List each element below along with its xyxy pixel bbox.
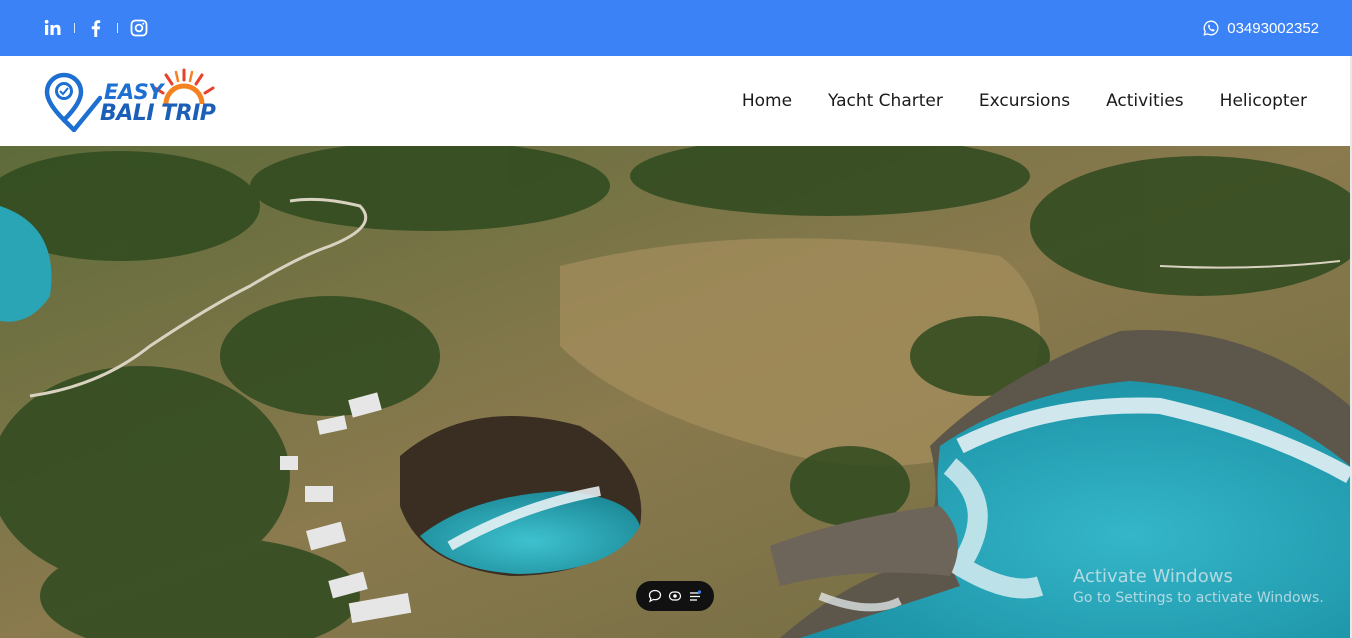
location-pin-icon xyxy=(44,72,102,132)
logo-line-1: EASY xyxy=(104,80,163,104)
comment-icon[interactable] xyxy=(648,589,662,603)
logo-line-2: BALI TRIP xyxy=(100,101,216,126)
main-navbar: EASY BALI TRIP Home Yacht Charter Excurs… xyxy=(0,56,1350,146)
top-bar: 03493002352 xyxy=(0,0,1352,56)
whatsapp-icon xyxy=(1203,20,1219,36)
watermark-subtitle: Go to Settings to activate Windows. xyxy=(1073,590,1324,606)
windows-activation-watermark: Activate Windows Go to Settings to activ… xyxy=(1073,566,1324,606)
phone-number: 03493002352 xyxy=(1227,19,1319,37)
site-logo[interactable]: EASY BALI TRIP xyxy=(44,66,236,136)
nav-yacht-charter[interactable]: Yacht Charter xyxy=(828,91,943,111)
media-controls xyxy=(636,581,714,611)
divider xyxy=(117,23,118,33)
hero-banner xyxy=(0,146,1350,638)
nav-home[interactable]: Home xyxy=(742,91,792,111)
phone-contact[interactable]: 03493002352 xyxy=(1203,20,1319,37)
divider xyxy=(74,23,75,33)
menu-icon[interactable] xyxy=(688,589,702,603)
logo-text: EASY BALI TRIP xyxy=(100,80,216,126)
main-menu: Home Yacht Charter Excursions Activities… xyxy=(742,91,1307,111)
watermark-title: Activate Windows xyxy=(1073,566,1233,587)
instagram-icon[interactable] xyxy=(130,19,148,37)
nav-activities[interactable]: Activities xyxy=(1106,91,1184,111)
hero-image xyxy=(0,146,1350,638)
nav-excursions[interactable]: Excursions xyxy=(979,91,1070,111)
eye-icon[interactable] xyxy=(668,589,682,603)
facebook-icon[interactable] xyxy=(87,19,105,37)
social-links xyxy=(44,19,148,37)
nav-helicopter[interactable]: Helicopter xyxy=(1220,91,1307,111)
linkedin-icon[interactable] xyxy=(44,19,62,37)
